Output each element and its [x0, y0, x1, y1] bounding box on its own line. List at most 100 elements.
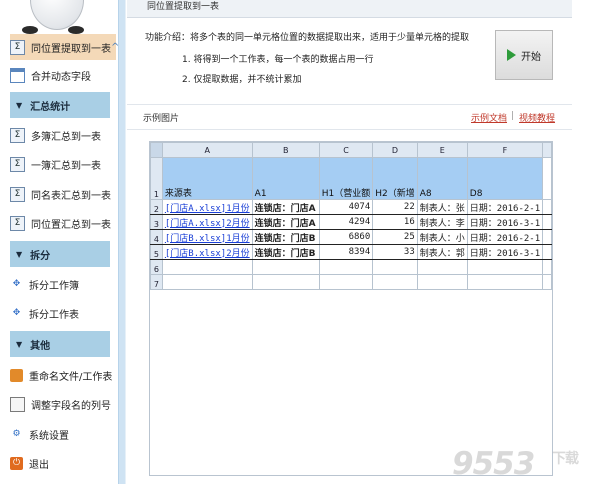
- puzzle-icon: ✥: [12, 279, 21, 289]
- triangle-down-icon: ▼: [16, 249, 23, 259]
- page-title: 同位置提取到一表: [127, 0, 572, 18]
- cell-date: 日期：2016-3-1: [466, 244, 544, 260]
- puzzle-icon: ✥: [12, 308, 21, 318]
- sidebar: Σ 同位置提取到一表 ^ 合并动态字段 ▼ 汇总统计 Σ 多簿汇总到一表 Σ 一…: [0, 0, 119, 484]
- column-header-row: A B C D E F: [150, 142, 552, 158]
- table-row: 2 [门店A.xlsx]1月份 连锁店：门店A 4074 22 制表人：张 日期…: [150, 199, 552, 215]
- section-header-summary[interactable]: ▼ 汇总统计: [10, 92, 110, 118]
- column-header: C: [318, 142, 374, 158]
- gear-icon: ⚙: [12, 429, 21, 439]
- cell-text: 制表人：李: [416, 214, 468, 230]
- exit-icon: ⏻: [10, 456, 23, 470]
- cell-store: 连锁店：门店A: [251, 199, 320, 215]
- column-header: F: [466, 142, 544, 158]
- table-icon: [10, 67, 25, 83]
- sigma-icon: Σ: [10, 156, 25, 172]
- start-button[interactable]: 开始: [495, 30, 553, 80]
- sidebar-item-exit[interactable]: ⏻ 退出: [10, 450, 116, 476]
- sidebar-item-same-position-summary[interactable]: Σ 同位置汇总到一表: [10, 210, 116, 236]
- row-number: 3: [150, 214, 163, 230]
- column-header: D: [372, 142, 418, 158]
- sidebar-item-label: 合并动态字段: [31, 71, 91, 83]
- sidebar-item-same-position-extract[interactable]: Σ 同位置提取到一表 ^: [10, 34, 119, 60]
- cell-text: 制表人：郭: [416, 244, 468, 260]
- header-cell: D8: [466, 157, 544, 200]
- table-row: 5 [门店B.xlsx]2月份 连锁店：门店B 8394 33 制表人：郭 日期…: [150, 244, 552, 260]
- empty-cell: [542, 199, 552, 215]
- sigma-icon: Σ: [10, 186, 25, 202]
- corner-cell: [150, 142, 163, 158]
- sidebar-item-merge-dynamic-fields[interactable]: 合并动态字段: [10, 62, 116, 88]
- sidebar-item-rename[interactable]: 重命名文件/工作表: [10, 362, 116, 388]
- row-number: 4: [150, 229, 163, 245]
- cell-source: [门店B.xlsx]1月份: [161, 229, 253, 245]
- header-cell: H1（营业额: [318, 157, 374, 200]
- cell-value: 33: [372, 244, 418, 260]
- sidebar-item-split-worksheet[interactable]: ✥ 拆分工作表: [10, 300, 116, 326]
- link-separator: |: [511, 111, 515, 121]
- table-row-empty: 6: [150, 259, 552, 275]
- example-spreadsheet-image: A B C D E F 1 来源表 A1 H1（营业额 H2（新增 A8 D8 …: [149, 141, 553, 476]
- row-number: 5: [150, 244, 163, 260]
- site-watermark: 9553 下载: [452, 446, 579, 482]
- section-header-other[interactable]: ▼ 其他: [10, 331, 110, 357]
- sigma-icon: Σ: [10, 127, 25, 143]
- table-row: 4 [门店B.xlsx]1月份 连锁店：门店B 6860 25 制表人：小 日期…: [150, 229, 552, 245]
- cell-date: 日期：2016-3-1: [466, 214, 544, 230]
- cell-store: 连锁店：门店B: [251, 244, 320, 260]
- spreadsheet-grid: A B C D E F 1 来源表 A1 H1（营业额 H2（新增 A8 D8 …: [150, 142, 552, 290]
- empty-cell: [542, 214, 552, 230]
- sidebar-item-adjust-columns[interactable]: 调整字段名的列号: [10, 391, 116, 417]
- header-cell: A1: [251, 157, 320, 200]
- table-row: 3 [门店A.xlsx]2月份 连锁店：门店A 4294 16 制表人：李 日期…: [150, 214, 552, 230]
- cell-value: 4074: [318, 199, 374, 215]
- empty-cell: [542, 244, 552, 260]
- example-title: 示例图片: [143, 114, 180, 124]
- cell-source: [门店A.xlsx]2月份: [161, 214, 253, 230]
- cell-store: 连锁店：门店A: [251, 214, 320, 230]
- column-header: B: [251, 142, 320, 158]
- row-number: 7: [150, 274, 163, 290]
- table-row-empty: 7: [150, 274, 552, 290]
- start-button-label: 开始: [521, 51, 541, 63]
- main-panel: 同位置提取到一表 功能介绍：将多个表的同一单元格位置的数据提取出来，适用于少量单…: [127, 0, 600, 484]
- cell-value: 25: [372, 229, 418, 245]
- cell-source: [门店B.xlsx]2月份: [161, 244, 253, 260]
- sidebar-item-one-book-summary[interactable]: Σ 一簿汇总到一表: [10, 151, 116, 177]
- column-header: A: [161, 142, 253, 158]
- intro-step-1: 1. 将得到一个工作表，每一个表的数据占用一行: [182, 55, 374, 65]
- cell-date: 日期：2016-2-1: [466, 199, 544, 215]
- header-cell: H2（新增: [372, 157, 418, 200]
- sidebar-item-same-name-summary[interactable]: Σ 同名表汇总到一表: [10, 181, 116, 207]
- sidebar-item-settings[interactable]: ⚙ 系统设置: [10, 421, 116, 447]
- cell-date: 日期：2016-2-1: [466, 229, 544, 245]
- sidebar-item-multi-book-summary[interactable]: Σ 多簿汇总到一表: [10, 122, 116, 148]
- header-cell: A8: [416, 157, 468, 200]
- empty-cell: [542, 229, 552, 245]
- header-cell: 来源表: [161, 157, 253, 200]
- feature-intro: 功能介绍：将多个表的同一单元格位置的数据提取出来，适用于少量单元格的提取: [145, 33, 470, 43]
- sidebar-splitter[interactable]: [118, 0, 126, 484]
- sidebar-item-label: 同位置提取到一表: [31, 43, 111, 55]
- cell-value: 8394: [318, 244, 374, 260]
- column-header: E: [416, 142, 468, 158]
- example-doc-link[interactable]: 示例文档: [471, 111, 507, 124]
- triangle-down-icon: ▼: [16, 100, 23, 110]
- column-header: [542, 142, 552, 158]
- rename-icon: [10, 368, 23, 382]
- intro-step-2: 2. 仅提取数据，并不统计累加: [182, 75, 302, 85]
- table-header-row: 1 来源表 A1 H1（营业额 H2（新增 A8 D8: [150, 157, 552, 200]
- cell-store: 连锁店：门店B: [251, 229, 320, 245]
- section-header-split[interactable]: ▼ 拆分: [10, 241, 110, 267]
- sidebar-item-split-workbook[interactable]: ✥ 拆分工作簿: [10, 271, 116, 297]
- mascot-logo: [8, 0, 104, 34]
- sigma-icon: Σ: [10, 215, 25, 231]
- cell-value: 6860: [318, 229, 374, 245]
- cell-source: [门店A.xlsx]1月份: [161, 199, 253, 215]
- row-number: 1: [150, 157, 163, 200]
- cell-text: 制表人：张: [416, 199, 468, 215]
- play-icon: [507, 49, 516, 61]
- document-icon: [10, 396, 25, 412]
- empty-cell: [542, 157, 552, 200]
- video-tutorial-link[interactable]: 视频教程: [519, 111, 555, 124]
